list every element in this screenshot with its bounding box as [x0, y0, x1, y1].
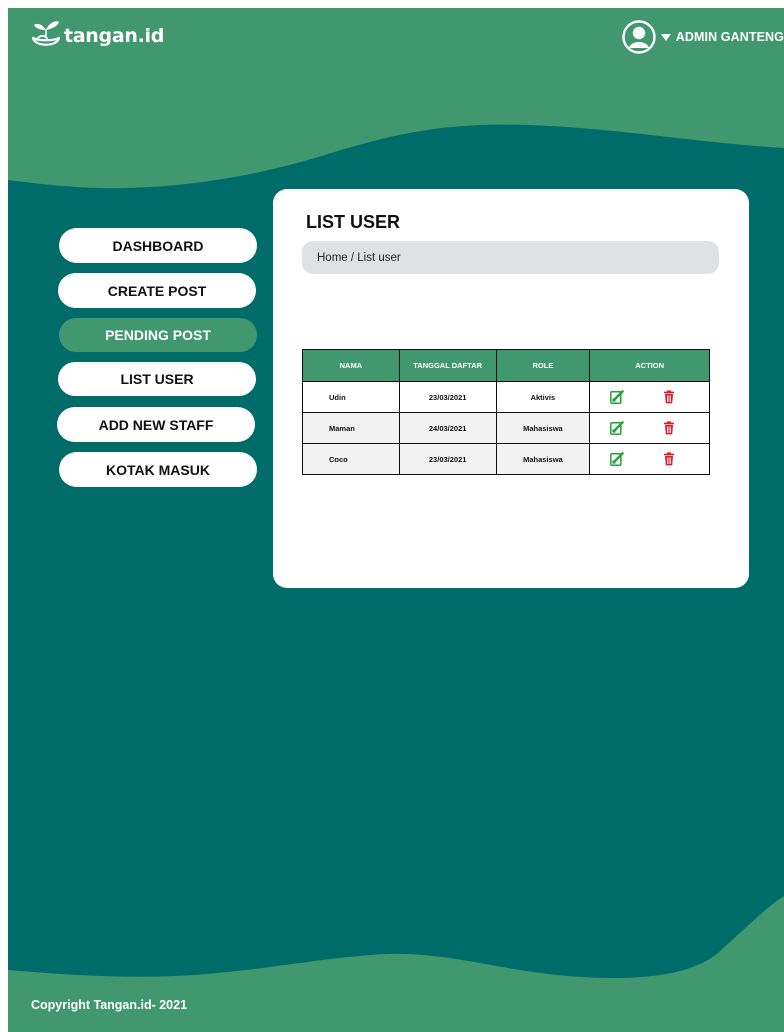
brand-logo[interactable]: tangan.id — [30, 18, 164, 50]
app-frame: tangan.id ADMIN GANTENG DASHBOARD CREATE… — [8, 8, 784, 1032]
page-title: LIST USER — [306, 212, 401, 232]
cell-tanggal: 24/03/2021 — [398, 412, 497, 444]
cell-nama: Udin — [302, 381, 400, 413]
edit-icon[interactable] — [609, 390, 624, 404]
edit-icon[interactable] — [609, 452, 624, 466]
cell-action — [589, 381, 710, 413]
edit-icon[interactable] — [609, 421, 624, 435]
sidebar-item-dashboard[interactable]: DASHBOARD — [59, 228, 257, 263]
user-menu[interactable]: ADMIN GANTENG — [622, 20, 784, 54]
users-table: NAMA TANGGAL DAFTAR ROLE ACTION Udin 23/… — [302, 349, 710, 475]
sidebar-item-list-user[interactable]: LIST USER — [58, 362, 256, 396]
user-name: ADMIN GANTENG — [675, 30, 784, 44]
list-user-card: LIST USER Home / List user NAMA TANGGAL … — [273, 189, 749, 588]
sidebar-item-add-new-staff[interactable]: ADD NEW STAFF — [57, 407, 255, 442]
cell-nama: Maman — [302, 412, 400, 444]
table-row: Maman 24/03/2021 Mahasiswa — [302, 412, 710, 444]
cell-tanggal: 23/03/2021 — [398, 381, 497, 413]
trash-icon[interactable] — [662, 452, 676, 466]
column-header-nama: NAMA — [302, 349, 400, 382]
sidebar-item-kotak-masuk[interactable]: KOTAK MASUK — [59, 452, 257, 487]
caret-down-icon — [660, 33, 671, 41]
table-row: Udin 23/03/2021 Aktivis — [302, 381, 710, 413]
brand-name: tangan.id — [64, 25, 165, 47]
cell-nama: Coco — [302, 443, 400, 475]
cell-action — [589, 412, 710, 444]
hand-sprout-icon — [31, 21, 61, 46]
breadcrumb-text: Home / List user — [317, 251, 401, 264]
trash-icon[interactable] — [662, 421, 676, 435]
table-row: Coco 23/03/2021 Mahasiswa — [302, 443, 710, 475]
breadcrumb: Home / List user — [302, 241, 719, 274]
sidebar-item-pending-post[interactable]: PENDING POST — [59, 318, 257, 352]
user-avatar-icon — [622, 20, 656, 54]
cell-action — [589, 443, 710, 475]
column-header-tanggal-daftar: TANGGAL DAFTAR — [398, 349, 497, 382]
cell-tanggal: 23/03/2021 — [398, 443, 497, 475]
column-header-role: ROLE — [495, 349, 591, 382]
footer-copyright: Copyright Tangan.id- 2021 — [31, 998, 188, 1012]
sidebar-item-create-post[interactable]: CREATE POST — [58, 273, 256, 308]
trash-icon[interactable] — [662, 390, 676, 404]
table-header-row: NAMA TANGGAL DAFTAR ROLE ACTION — [302, 349, 710, 382]
column-header-action: ACTION — [589, 349, 710, 382]
